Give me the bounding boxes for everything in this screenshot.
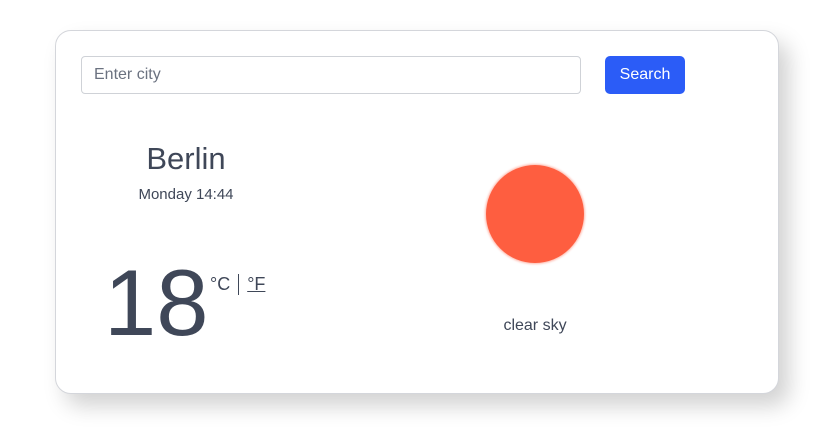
celsius-unit[interactable]: °C (210, 274, 230, 295)
fahrenheit-link[interactable]: °F (247, 274, 265, 295)
temperature-value: 18 (104, 250, 209, 355)
city-search-input[interactable] (81, 56, 581, 94)
city-name: Berlin (146, 141, 226, 176)
sun-icon (486, 165, 584, 263)
unit-toggle: °C °F (210, 274, 265, 295)
unit-divider (238, 274, 240, 295)
search-button[interactable]: Search (605, 56, 685, 94)
weather-card: Search Berlin Monday 14:44 18 °C °F clea… (55, 30, 779, 394)
weather-description: clear sky (503, 317, 567, 334)
date-time: Monday 14:44 (138, 186, 234, 203)
